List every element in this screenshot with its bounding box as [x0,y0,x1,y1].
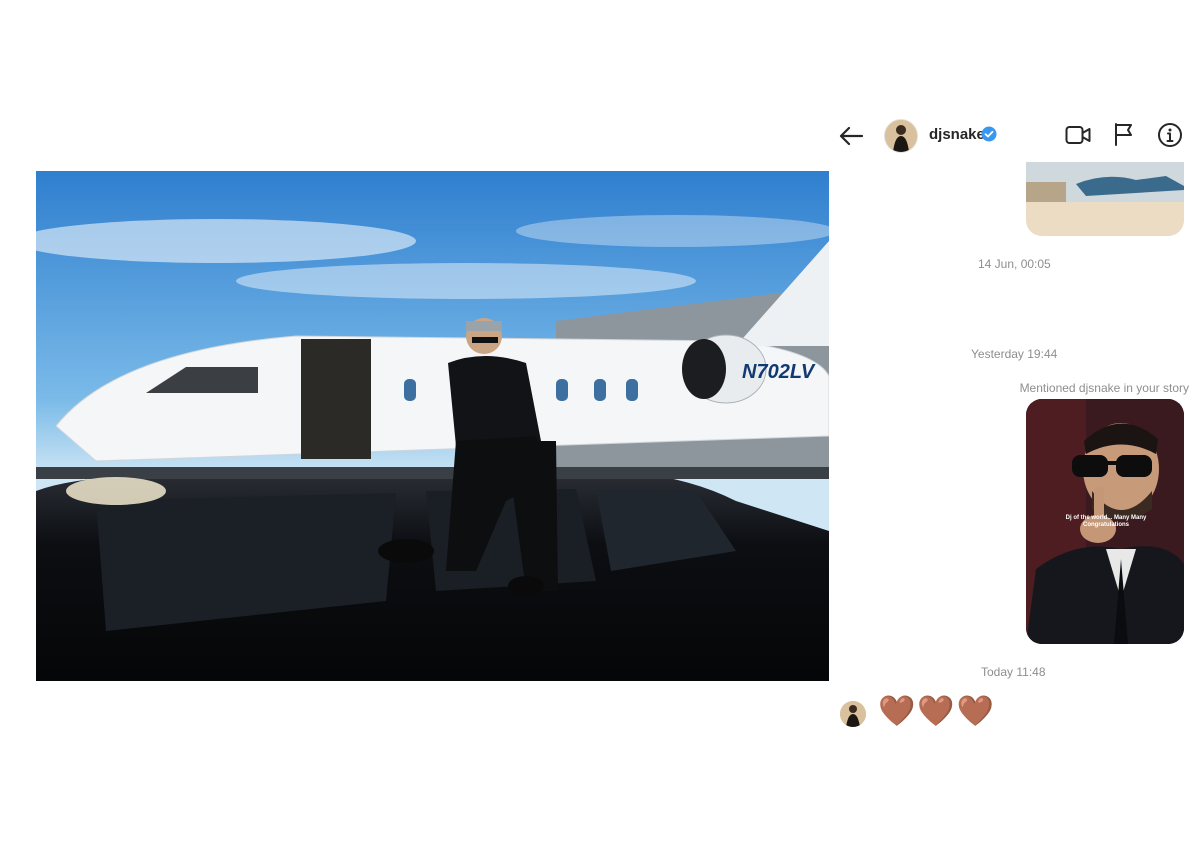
verified-badge-icon [981,126,997,142]
shared-media-message[interactable] [1026,162,1184,236]
story-mention-card[interactable]: Dj of the world... Many Many Congratulat… [1026,399,1184,644]
timestamp: 14 Jun, 00:05 [978,257,1051,271]
post-photo: N702LV [36,171,829,681]
tail-number: N702LV [742,361,815,383]
thread-username[interactable]: djsnake [929,126,985,143]
heart-reaction-message[interactable]: 🤎🤎🤎 [878,695,996,729]
info-icon[interactable] [1157,122,1183,148]
video-call-icon[interactable] [1065,124,1091,146]
dm-thread-panel: djsnake 14 Jun, 00:05 Yesterday 19:44 Me… [829,100,1200,851]
timestamp: Today 11:48 [981,665,1046,679]
avatar-image [840,701,866,727]
back-arrow-icon[interactable] [838,123,864,149]
avatar-image [885,120,917,152]
profile-avatar[interactable] [884,119,918,153]
sender-avatar[interactable] [840,701,866,727]
story-caption: Dj of the world... Many Many Congratulat… [1065,515,1147,528]
thread-header: djsnake [829,114,1200,158]
report-flag-icon[interactable] [1113,122,1135,146]
media-thumbnail [1026,162,1184,236]
timestamp: Yesterday 19:44 [971,347,1058,361]
message-row: 🤎🤎🤎 [840,695,1040,729]
photo-illustration [36,171,829,681]
story-mention-label: Mentioned djsnake in your story [1019,381,1189,395]
